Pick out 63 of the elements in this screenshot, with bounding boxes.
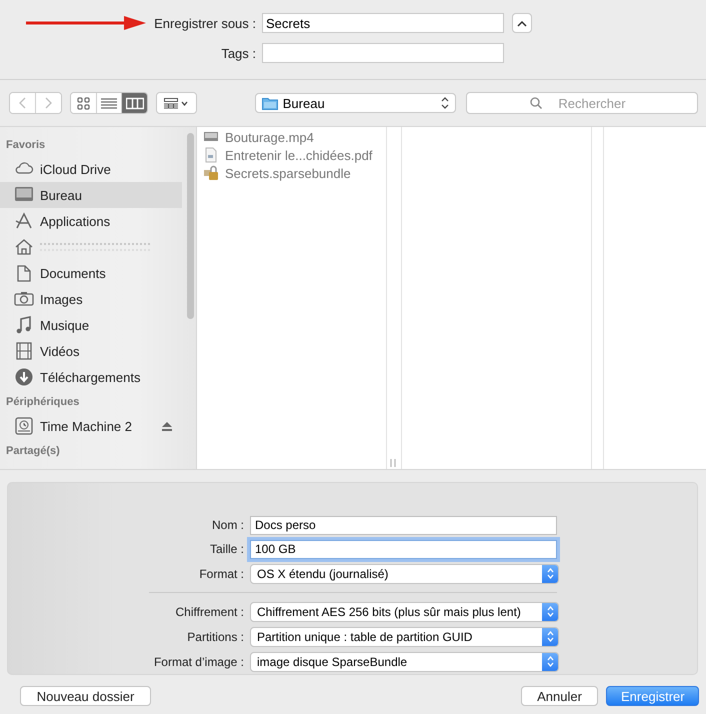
cancel-button[interactable]: Annuler bbox=[521, 686, 598, 706]
field-label: Taille : bbox=[210, 542, 244, 556]
updown-arrows-icon bbox=[546, 606, 554, 617]
sidebar-item[interactable]: iCloud Drive bbox=[0, 156, 182, 182]
folder-icon bbox=[262, 96, 278, 110]
sidebar-item[interactable]: Time Machine 2 bbox=[0, 413, 182, 439]
field-label: Partitions : bbox=[187, 630, 244, 644]
sidebar-item[interactable]: Vidéos bbox=[0, 338, 182, 364]
popup-menu[interactable]: Partition unique : table de partition GUID bbox=[250, 626, 559, 646]
download-icon bbox=[14, 367, 34, 387]
expand-button[interactable] bbox=[512, 13, 532, 33]
new-folder-button[interactable]: Nouveau dossier bbox=[20, 686, 151, 706]
house-icon bbox=[14, 237, 34, 257]
field-label: Format : bbox=[199, 566, 244, 580]
search-icon bbox=[530, 97, 542, 109]
popup-menu[interactable]: image disque SparseBundle bbox=[250, 652, 559, 672]
popup-menu[interactable]: OS X étendu (journalisé) bbox=[250, 564, 559, 584]
popup-menu[interactable]: Chiffrement AES 256 bits (plus sûr mais plus lent) bbox=[250, 602, 559, 622]
column-resize-icon bbox=[390, 459, 396, 467]
sidebar-item[interactable]: Téléchargements bbox=[0, 364, 182, 390]
file-item[interactable]: Secrets.sparsebundle bbox=[197, 164, 386, 182]
file-item[interactable]: Bouturage.mp4 bbox=[197, 128, 386, 146]
pointer-arrow-icon bbox=[26, 16, 146, 30]
caret-icon bbox=[181, 100, 188, 106]
pdf-file-icon bbox=[203, 147, 219, 163]
updown-arrows-icon bbox=[546, 568, 554, 579]
list-icon bbox=[101, 96, 118, 110]
location-popup[interactable]: Bureau bbox=[254, 93, 456, 113]
field-label: Chiffrement : bbox=[176, 604, 244, 618]
film-icon bbox=[14, 341, 34, 361]
save-as-label: Enregistrer sous : bbox=[154, 16, 256, 30]
tags-label: Tags : bbox=[221, 46, 256, 60]
updown-arrows-icon bbox=[440, 97, 449, 109]
app-store-icon bbox=[14, 211, 34, 231]
scrollbar-thumb[interactable] bbox=[187, 133, 194, 319]
file-item[interactable]: Entretenir le...chidées.pdf bbox=[197, 146, 386, 164]
sidebar-item[interactable]: Documents bbox=[0, 260, 182, 286]
save-as-field[interactable]: Secrets bbox=[262, 13, 504, 33]
chevron-left-icon bbox=[18, 97, 28, 109]
field-label: Nom : bbox=[212, 518, 244, 532]
sidebar-item[interactable]: Bureau bbox=[0, 182, 182, 208]
arrange-icon bbox=[164, 98, 178, 108]
search-field[interactable]: Rechercher bbox=[466, 92, 698, 114]
updown-arrows-icon bbox=[546, 631, 554, 642]
locked-bundle-icon bbox=[203, 165, 219, 181]
sidebar-heading: Périphériques bbox=[5, 395, 80, 410]
sidebar-heading: Partagé(s) bbox=[5, 444, 61, 459]
sidebar-item[interactable]: Musique bbox=[0, 312, 182, 338]
sidebar-item[interactable]: Applications bbox=[0, 208, 182, 234]
sidebar-item[interactable]: Images bbox=[0, 286, 182, 312]
tags-field[interactable] bbox=[262, 43, 504, 63]
music-note-icon bbox=[14, 315, 34, 335]
sidebar-heading: Favoris bbox=[5, 138, 46, 153]
text-field[interactable]: Docs perso bbox=[250, 516, 557, 534]
chevron-right-icon bbox=[44, 97, 54, 109]
grid-icon bbox=[76, 96, 90, 110]
chevron-up-icon bbox=[517, 20, 527, 26]
view-mode-button[interactable] bbox=[121, 93, 147, 113]
text-field[interactable]: 100 GB bbox=[250, 540, 557, 558]
arrange-button[interactable] bbox=[156, 93, 196, 113]
columns-icon bbox=[126, 96, 144, 110]
updown-arrows-icon bbox=[546, 656, 554, 667]
field-label: Format d’image : bbox=[154, 654, 244, 668]
